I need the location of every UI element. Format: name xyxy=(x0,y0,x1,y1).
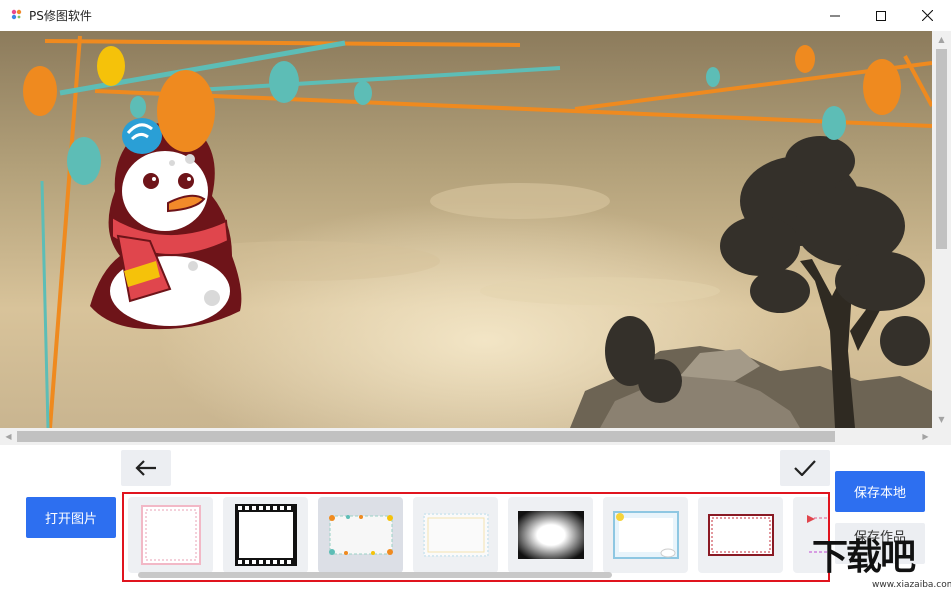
confirm-button[interactable] xyxy=(780,450,830,486)
maximize-button[interactable] xyxy=(858,0,904,31)
app-window: PS修图软件 ▲ ▼ ◀ ▶ 打开图片 保存本地 保存作品 下载吧 www.xi… xyxy=(0,0,951,596)
frame-strip-scrollbar[interactable] xyxy=(138,572,612,578)
horizontal-scroll-thumb[interactable] xyxy=(17,431,835,442)
maximize-icon xyxy=(876,10,886,21)
frame-selector[interactable] xyxy=(122,492,830,582)
light-dotted-frame-thumb xyxy=(422,513,489,557)
frame-light-dotted[interactable] xyxy=(413,497,498,573)
vertical-scroll-thumb[interactable] xyxy=(936,49,947,249)
vertical-scrollbar[interactable]: ▲ ▼ xyxy=(932,31,951,428)
frame-confetti[interactable] xyxy=(318,497,403,573)
scroll-down-icon[interactable]: ▼ xyxy=(932,411,951,428)
horizontal-scrollbar[interactable]: ◀ ▶ xyxy=(0,428,951,445)
title-bar: PS修图软件 xyxy=(0,0,951,31)
film-strip-frame-thumb xyxy=(234,504,297,566)
pink-dotted-frame-thumb xyxy=(140,505,201,565)
frame-vignette[interactable] xyxy=(508,497,593,573)
confetti-frame-thumb xyxy=(328,515,393,555)
scroll-left-icon[interactable]: ◀ xyxy=(0,428,17,445)
watermark-url: www.xiazaiba.com xyxy=(872,580,951,590)
frame-film-strip[interactable] xyxy=(223,497,308,573)
edited-photo xyxy=(0,31,932,428)
scroll-up-icon[interactable]: ▲ xyxy=(932,31,951,48)
app-logo-icon xyxy=(11,9,22,20)
minimize-icon xyxy=(830,15,840,16)
back-button[interactable] xyxy=(121,450,171,486)
close-icon xyxy=(921,10,933,21)
vignette-frame-thumb xyxy=(517,511,584,559)
frame-pink-dotted[interactable] xyxy=(128,497,213,573)
image-canvas[interactable] xyxy=(0,31,932,428)
frame-list xyxy=(128,497,828,573)
open-image-button[interactable]: 打开图片 xyxy=(26,497,116,538)
window-title: PS修图软件 xyxy=(29,9,92,23)
site-watermark: 下载吧 www.xiazaiba.com xyxy=(812,536,951,596)
red-border-frame-thumb xyxy=(707,514,774,556)
minimize-button[interactable] xyxy=(812,0,858,31)
frame-blue-cartoon[interactable] xyxy=(603,497,688,573)
watermark-text: 下载吧 xyxy=(812,537,916,578)
scroll-right-icon[interactable]: ▶ xyxy=(917,428,934,445)
close-button[interactable] xyxy=(904,0,950,31)
blue-cartoon-frame-thumb xyxy=(612,511,679,559)
frame-red-border[interactable] xyxy=(698,497,783,573)
checkmark-icon xyxy=(794,460,816,476)
save-local-button[interactable]: 保存本地 xyxy=(835,471,925,512)
arrow-left-icon xyxy=(135,460,156,476)
